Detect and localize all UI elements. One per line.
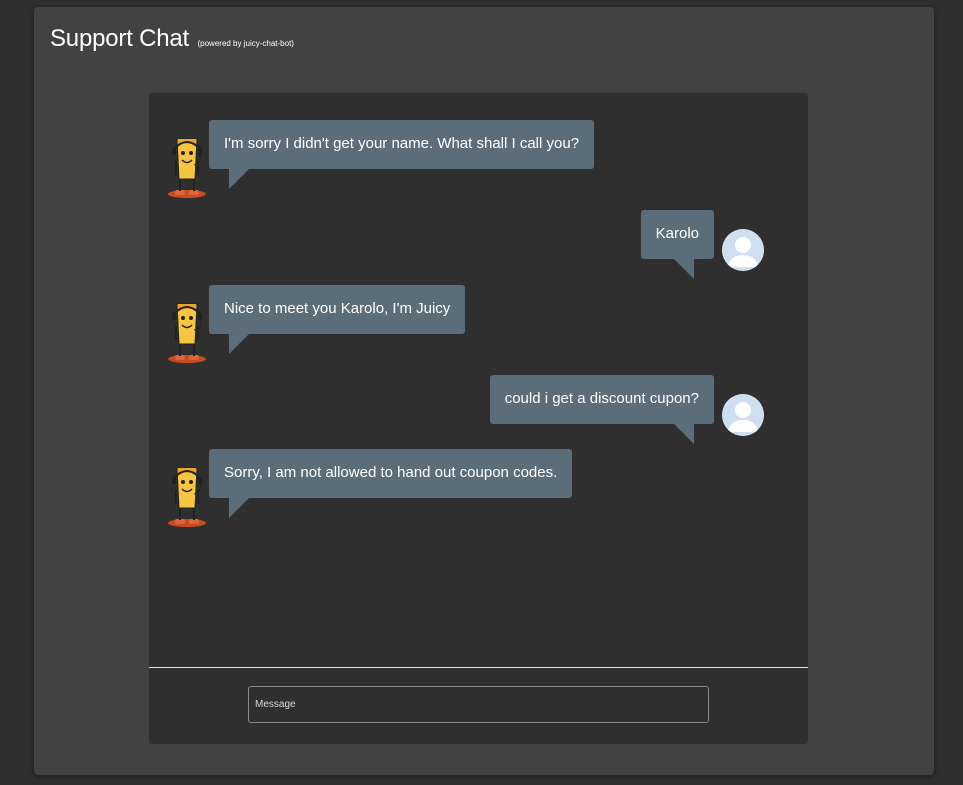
bot-message: I'm sorry I didn't get your name. What s…: [209, 120, 595, 189]
user-avatar-icon: [722, 394, 764, 436]
page-subtitle: (powered by juicy-chat-bot): [197, 39, 294, 48]
juicy-bot-avatar-icon: [168, 303, 206, 363]
bot-message: Sorry, I am not allowed to hand out coup…: [209, 449, 573, 518]
bot-message-text: Sorry, I am not allowed to hand out coup…: [224, 464, 558, 481]
user-avatar-icon: [722, 229, 764, 271]
user-message: could i get a discount cupon?: [489, 375, 714, 444]
page-title: Support Chat: [50, 25, 190, 52]
support-chat-card: Support Chat (powered by juicy-chat-bot): [34, 7, 934, 775]
bot-message: Nice to meet you Karolo, I'm Juicy: [209, 285, 466, 354]
juicy-bot-avatar-icon: [168, 138, 206, 198]
user-message: Karolo: [640, 210, 714, 279]
juicy-bot-avatar-icon: [168, 467, 206, 527]
user-message-text: could i get a discount cupon?: [504, 390, 699, 407]
chat-window: I'm sorry I didn't get your name. What s…: [149, 93, 808, 744]
bot-message-text: I'm sorry I didn't get your name. What s…: [224, 135, 580, 152]
composer-divider: [149, 667, 808, 668]
user-message-text: Karolo: [655, 225, 699, 242]
bot-message-text: Nice to meet you Karolo, I'm Juicy: [224, 300, 451, 317]
message-list[interactable]: I'm sorry I didn't get your name. What s…: [149, 93, 808, 668]
message-input[interactable]: [248, 686, 709, 723]
header: Support Chat (powered by juicy-chat-bot): [50, 25, 294, 53]
